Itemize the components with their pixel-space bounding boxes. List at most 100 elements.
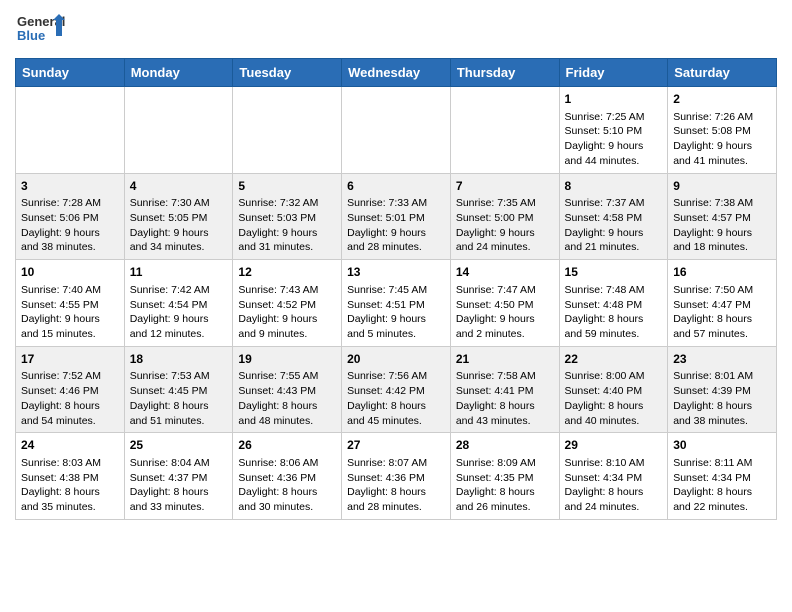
sunset-text: Sunset: 4:39 PM [673, 384, 771, 399]
sunrise-text: Sunrise: 7:45 AM [347, 283, 445, 298]
sunset-text: Sunset: 5:08 PM [673, 124, 771, 139]
calendar-cell [16, 87, 125, 174]
day-number: 17 [21, 351, 119, 368]
calendar-cell: 27Sunrise: 8:07 AMSunset: 4:36 PMDayligh… [342, 433, 451, 520]
day-number: 18 [130, 351, 228, 368]
sunrise-text: Sunrise: 7:56 AM [347, 369, 445, 384]
sunrise-text: Sunrise: 7:25 AM [565, 110, 663, 125]
day-number: 8 [565, 178, 663, 195]
weekday-wednesday: Wednesday [342, 59, 451, 87]
daylight-text: Daylight: 9 hours and 2 minutes. [456, 312, 554, 341]
sunset-text: Sunset: 5:05 PM [130, 211, 228, 226]
sunset-text: Sunset: 4:43 PM [238, 384, 336, 399]
day-number: 22 [565, 351, 663, 368]
daylight-text: Daylight: 9 hours and 44 minutes. [565, 139, 663, 168]
weekday-thursday: Thursday [450, 59, 559, 87]
sunrise-text: Sunrise: 8:04 AM [130, 456, 228, 471]
calendar-cell: 10Sunrise: 7:40 AMSunset: 4:55 PMDayligh… [16, 260, 125, 347]
weekday-tuesday: Tuesday [233, 59, 342, 87]
daylight-text: Daylight: 8 hours and 54 minutes. [21, 399, 119, 428]
sunset-text: Sunset: 5:03 PM [238, 211, 336, 226]
sunrise-text: Sunrise: 8:00 AM [565, 369, 663, 384]
calendar-cell [450, 87, 559, 174]
calendar-week-5: 24Sunrise: 8:03 AMSunset: 4:38 PMDayligh… [16, 433, 777, 520]
sunrise-text: Sunrise: 7:43 AM [238, 283, 336, 298]
day-number: 9 [673, 178, 771, 195]
sunset-text: Sunset: 4:48 PM [565, 298, 663, 313]
sunset-text: Sunset: 4:36 PM [347, 471, 445, 486]
sunset-text: Sunset: 4:36 PM [238, 471, 336, 486]
sunset-text: Sunset: 4:38 PM [21, 471, 119, 486]
day-number: 19 [238, 351, 336, 368]
day-number: 7 [456, 178, 554, 195]
sunrise-text: Sunrise: 7:28 AM [21, 196, 119, 211]
calendar-cell: 11Sunrise: 7:42 AMSunset: 4:54 PMDayligh… [124, 260, 233, 347]
calendar-cell: 16Sunrise: 7:50 AMSunset: 4:47 PMDayligh… [668, 260, 777, 347]
calendar-cell: 8Sunrise: 7:37 AMSunset: 4:58 PMDaylight… [559, 173, 668, 260]
day-number: 13 [347, 264, 445, 281]
calendar-week-3: 10Sunrise: 7:40 AMSunset: 4:55 PMDayligh… [16, 260, 777, 347]
daylight-text: Daylight: 8 hours and 22 minutes. [673, 485, 771, 514]
weekday-sunday: Sunday [16, 59, 125, 87]
sunset-text: Sunset: 4:57 PM [673, 211, 771, 226]
sunrise-text: Sunrise: 7:52 AM [21, 369, 119, 384]
calendar-cell: 28Sunrise: 8:09 AMSunset: 4:35 PMDayligh… [450, 433, 559, 520]
sunset-text: Sunset: 5:10 PM [565, 124, 663, 139]
daylight-text: Daylight: 9 hours and 21 minutes. [565, 226, 663, 255]
calendar-cell: 20Sunrise: 7:56 AMSunset: 4:42 PMDayligh… [342, 346, 451, 433]
daylight-text: Daylight: 9 hours and 24 minutes. [456, 226, 554, 255]
calendar-cell: 19Sunrise: 7:55 AMSunset: 4:43 PMDayligh… [233, 346, 342, 433]
calendar-cell: 17Sunrise: 7:52 AMSunset: 4:46 PMDayligh… [16, 346, 125, 433]
day-number: 15 [565, 264, 663, 281]
sunset-text: Sunset: 4:37 PM [130, 471, 228, 486]
day-number: 14 [456, 264, 554, 281]
sunrise-text: Sunrise: 7:53 AM [130, 369, 228, 384]
sunset-text: Sunset: 4:54 PM [130, 298, 228, 313]
daylight-text: Daylight: 8 hours and 45 minutes. [347, 399, 445, 428]
calendar-week-1: 1Sunrise: 7:25 AMSunset: 5:10 PMDaylight… [16, 87, 777, 174]
sunset-text: Sunset: 4:55 PM [21, 298, 119, 313]
daylight-text: Daylight: 8 hours and 40 minutes. [565, 399, 663, 428]
calendar-cell: 9Sunrise: 7:38 AMSunset: 4:57 PMDaylight… [668, 173, 777, 260]
day-number: 16 [673, 264, 771, 281]
calendar-cell: 12Sunrise: 7:43 AMSunset: 4:52 PMDayligh… [233, 260, 342, 347]
calendar-week-4: 17Sunrise: 7:52 AMSunset: 4:46 PMDayligh… [16, 346, 777, 433]
logo: General Blue [15, 10, 65, 50]
sunrise-text: Sunrise: 7:33 AM [347, 196, 445, 211]
sunrise-text: Sunrise: 7:32 AM [238, 196, 336, 211]
daylight-text: Daylight: 8 hours and 33 minutes. [130, 485, 228, 514]
sunrise-text: Sunrise: 7:42 AM [130, 283, 228, 298]
daylight-text: Daylight: 9 hours and 38 minutes. [21, 226, 119, 255]
daylight-text: Daylight: 9 hours and 34 minutes. [130, 226, 228, 255]
calendar-cell: 3Sunrise: 7:28 AMSunset: 5:06 PMDaylight… [16, 173, 125, 260]
sunrise-text: Sunrise: 7:30 AM [130, 196, 228, 211]
daylight-text: Daylight: 9 hours and 15 minutes. [21, 312, 119, 341]
day-number: 2 [673, 91, 771, 108]
calendar-cell: 25 Sunrise: 8:04 AMSunset: 4:37 PMDayligh… [124, 433, 233, 520]
day-number: 11 [130, 264, 228, 281]
daylight-text: Daylight: 9 hours and 41 minutes. [673, 139, 771, 168]
calendar-cell: 14Sunrise: 7:47 AMSunset: 4:50 PMDayligh… [450, 260, 559, 347]
calendar-cell: 15Sunrise: 7:48 AMSunset: 4:48 PMDayligh… [559, 260, 668, 347]
calendar-table: SundayMondayTuesdayWednesdayThursdayFrid… [15, 58, 777, 520]
daylight-text: Daylight: 8 hours and 51 minutes. [130, 399, 228, 428]
sunrise-text: Sunrise: 8:10 AM [565, 456, 663, 471]
sunset-text: Sunset: 4:46 PM [21, 384, 119, 399]
sunrise-text: Sunrise: 8:09 AM [456, 456, 554, 471]
day-number: 3 [21, 178, 119, 195]
sunrise-text: Sunrise: 8:03 AM [21, 456, 119, 471]
sunset-text: Sunset: 4:35 PM [456, 471, 554, 486]
sunset-text: Sunset: 4:41 PM [456, 384, 554, 399]
sunrise-text: Sunrise: 7:50 AM [673, 283, 771, 298]
daylight-text: Daylight: 8 hours and 35 minutes. [21, 485, 119, 514]
sunset-text: Sunset: 4:40 PM [565, 384, 663, 399]
sunset-text: Sunset: 5:01 PM [347, 211, 445, 226]
day-number: 29 [565, 437, 663, 454]
daylight-text: Daylight: 8 hours and 48 minutes. [238, 399, 336, 428]
calendar-cell [233, 87, 342, 174]
calendar-cell: 6Sunrise: 7:33 AMSunset: 5:01 PMDaylight… [342, 173, 451, 260]
day-number: 24 [21, 437, 119, 454]
day-number: 25 [130, 437, 228, 454]
calendar-cell: 2Sunrise: 7:26 AMSunset: 5:08 PMDaylight… [668, 87, 777, 174]
daylight-text: Daylight: 8 hours and 28 minutes. [347, 485, 445, 514]
